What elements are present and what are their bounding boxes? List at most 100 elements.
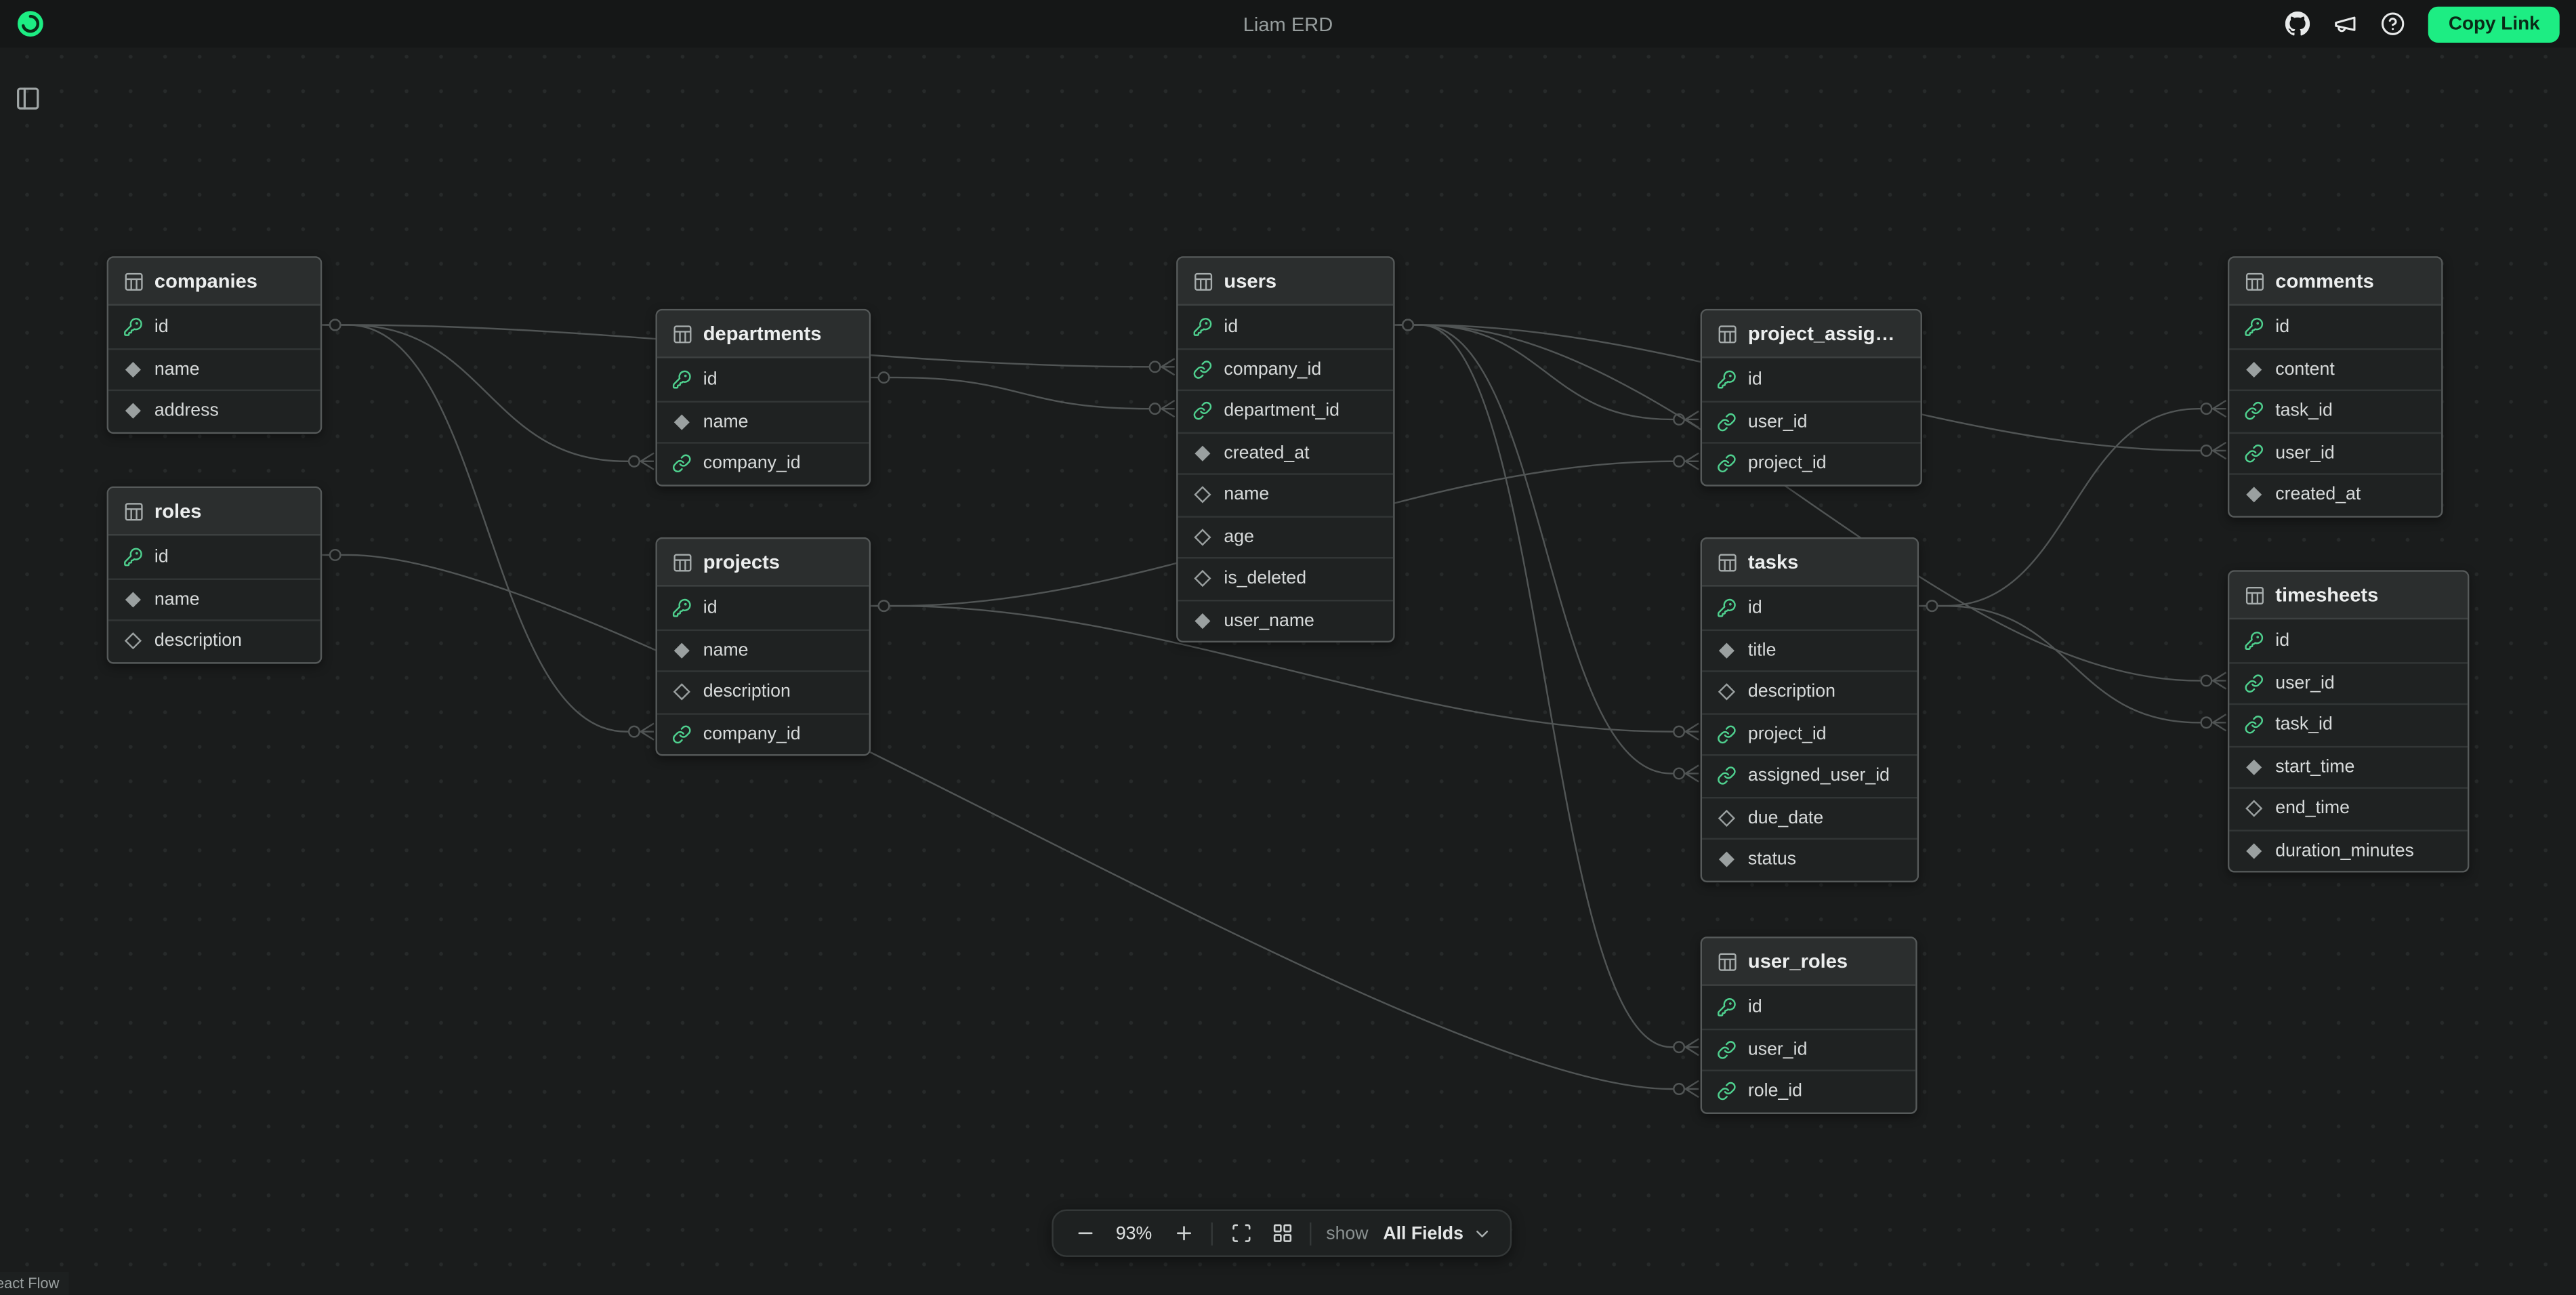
not-null-icon — [1192, 443, 1212, 463]
column-row-duration_minutes[interactable]: duration_minutes — [2229, 829, 2468, 871]
column-row-user_id[interactable]: user_id — [1702, 1028, 1915, 1070]
column-row-is_deleted[interactable]: is_deleted — [1178, 557, 1394, 599]
table-header[interactable]: departments — [657, 310, 869, 358]
link-icon — [2244, 674, 2264, 693]
sidebar-toggle-button[interactable] — [10, 82, 46, 118]
column-name: assigned_user_id — [1748, 766, 1890, 786]
column-row-description[interactable]: description — [108, 619, 320, 661]
column-row-id[interactable]: id — [657, 587, 869, 629]
column-row-id[interactable]: id — [1178, 306, 1394, 348]
primary-key-icon — [2244, 316, 2264, 336]
table-header[interactable]: tasks — [1702, 539, 1917, 586]
column-row-name[interactable]: name — [108, 577, 320, 619]
column-row-user_id[interactable]: user_id — [2229, 431, 2441, 473]
column-row-age[interactable]: age — [1178, 515, 1394, 557]
column-row-id[interactable]: id — [2229, 306, 2441, 348]
column-row-id[interactable]: id — [657, 358, 869, 400]
liam-logo[interactable] — [16, 10, 44, 38]
table-header[interactable]: roles — [108, 488, 320, 535]
column-row-company_id[interactable]: company_id — [657, 442, 869, 484]
table-header[interactable]: project_assignments — [1702, 310, 1920, 358]
column-row-id[interactable]: id — [1702, 358, 1920, 400]
table-header[interactable]: comments — [2229, 258, 2441, 306]
table-header[interactable]: user_roles — [1702, 939, 1915, 986]
column-row-project_id[interactable]: project_id — [1702, 442, 1920, 484]
table-icon — [1717, 323, 1739, 344]
column-name: description — [154, 632, 242, 651]
column-row-created_at[interactable]: created_at — [2229, 473, 2441, 515]
table-node-departments[interactable]: departmentsidnamecompany_id — [655, 309, 871, 486]
help-icon[interactable] — [2381, 12, 2405, 36]
column-row-company_id[interactable]: company_id — [657, 712, 869, 754]
column-row-content[interactable]: content — [2229, 348, 2441, 390]
column-row-end_time[interactable]: end_time — [2229, 787, 2468, 829]
table-icon — [672, 323, 694, 344]
column-name: id — [703, 598, 718, 617]
column-row-user_id[interactable]: user_id — [2229, 661, 2468, 703]
link-icon — [2244, 443, 2264, 463]
tidy-up-button[interactable] — [1268, 1220, 1295, 1246]
column-row-name[interactable]: name — [1178, 473, 1394, 515]
table-node-timesheets[interactable]: timesheetsiduser_idtask_idstart_timeend_… — [2228, 570, 2469, 872]
zoom-in-button[interactable] — [1170, 1220, 1197, 1246]
column-row-id[interactable]: id — [1702, 986, 1915, 1028]
column-row-description[interactable]: description — [657, 670, 869, 712]
column-row-status[interactable]: status — [1702, 838, 1917, 880]
column-row-due_date[interactable]: due_date — [1702, 796, 1917, 838]
column-row-company_id[interactable]: company_id — [1178, 348, 1394, 390]
fit-view-button[interactable] — [1228, 1220, 1254, 1246]
zoom-out-button[interactable] — [1071, 1220, 1098, 1246]
copy-link-button[interactable]: Copy Link — [2429, 5, 2560, 41]
app-window: companiesidnameaddressrolesidnamedescrip… — [0, 0, 2576, 1295]
column-row-start_time[interactable]: start_time — [2229, 745, 2468, 787]
column-row-user_name[interactable]: user_name — [1178, 599, 1394, 641]
column-row-task_id[interactable]: task_id — [2229, 703, 2468, 745]
table-header[interactable]: timesheets — [2229, 572, 2468, 619]
table-header[interactable]: companies — [108, 258, 320, 306]
table-name: projects — [703, 550, 780, 573]
table-node-companies[interactable]: companiesidnameaddress — [107, 256, 323, 433]
link-icon — [1717, 724, 1737, 744]
column-row-task_id[interactable]: task_id — [2229, 390, 2441, 432]
column-row-user_id[interactable]: user_id — [1702, 400, 1920, 442]
column-row-role_id[interactable]: role_id — [1702, 1070, 1915, 1112]
megaphone-icon[interactable] — [2333, 12, 2358, 36]
column-name: project_id — [1748, 454, 1827, 474]
table-header[interactable]: users — [1178, 258, 1394, 306]
github-icon[interactable] — [2286, 12, 2310, 36]
primary-key-icon — [123, 316, 143, 336]
column-row-address[interactable]: address — [108, 390, 320, 432]
table-node-tasks[interactable]: tasksidtitledescriptionproject_idassigne… — [1701, 537, 1919, 882]
column-row-assigned_user_id[interactable]: assigned_user_id — [1702, 754, 1917, 796]
column-row-id[interactable]: id — [108, 535, 320, 577]
column-row-name[interactable]: name — [657, 628, 869, 670]
column-name: user_name — [1224, 611, 1314, 630]
table-header[interactable]: projects — [657, 539, 869, 586]
column-row-id[interactable]: id — [2229, 619, 2468, 661]
column-row-project_id[interactable]: project_id — [1702, 712, 1917, 754]
table-node-comments[interactable]: commentsidcontenttask_iduser_idcreated_a… — [2228, 256, 2443, 516]
column-row-department_id[interactable]: department_id — [1178, 390, 1394, 432]
link-icon — [1192, 401, 1212, 421]
table-node-roles[interactable]: roles idname description — [107, 487, 323, 663]
column-name: due_date — [1748, 808, 1823, 827]
table-name: roles — [154, 499, 202, 522]
fields-filter-value: All Fields — [1383, 1223, 1463, 1243]
column-row-id[interactable]: id — [1702, 587, 1917, 629]
column-row-name[interactable]: name — [108, 348, 320, 390]
top-bar: Liam ERD Copy Link — [0, 0, 2576, 47]
column-row-name[interactable]: name — [657, 400, 869, 442]
erd-canvas[interactable]: companiesidnameaddressrolesidnamedescrip… — [0, 0, 2576, 1295]
column-row-created_at[interactable]: created_at — [1178, 431, 1394, 473]
table-node-project_assignments[interactable]: project_assignmentsiduser_id project_id — [1701, 309, 1922, 486]
table-node-projects[interactable]: projects id namedescriptioncompany_id — [655, 537, 871, 756]
table-node-users[interactable]: usersidcompany_iddepartment_idcreated_at… — [1176, 256, 1394, 642]
react-flow-attribution[interactable]: React Flow — [0, 1272, 69, 1295]
column-row-title[interactable]: title — [1702, 628, 1917, 670]
table-node-user_roles[interactable]: user_rolesiduser_idrole_id — [1701, 937, 1917, 1113]
column-row-description[interactable]: description — [1702, 670, 1917, 712]
fields-filter-dropdown[interactable]: All Fields — [1383, 1223, 1491, 1243]
column-row-id[interactable]: id — [108, 306, 320, 348]
table-icon — [123, 500, 145, 522]
app-title: Liam ERD — [0, 12, 2576, 35]
